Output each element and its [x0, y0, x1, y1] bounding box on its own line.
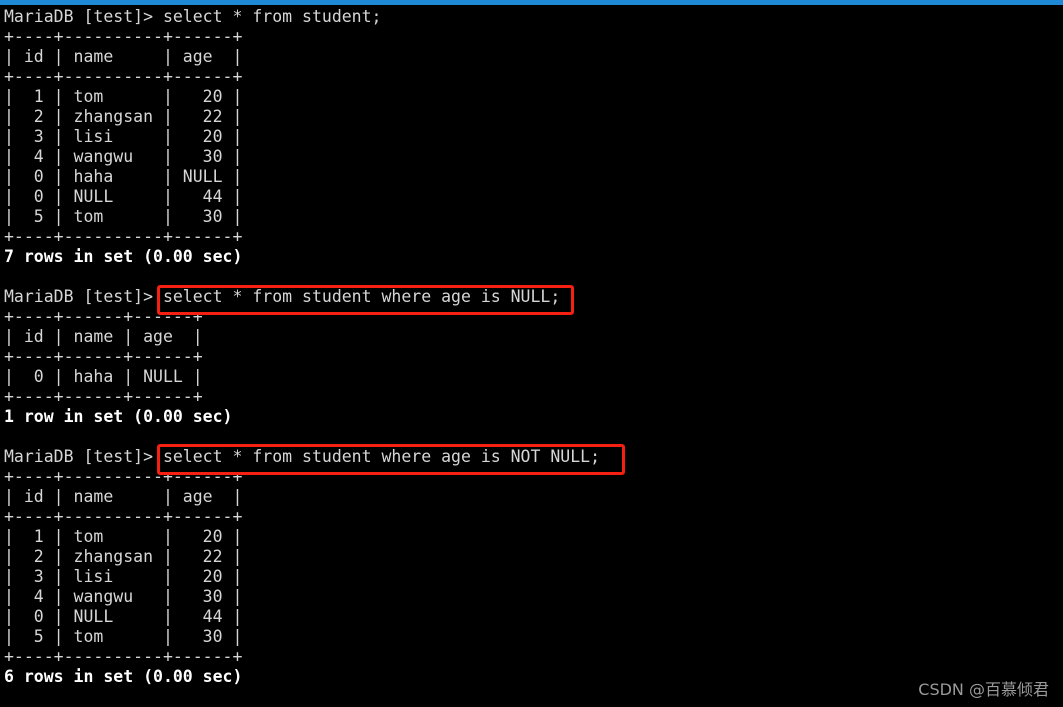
terminal-line: | id | name | age | [4, 327, 203, 346]
terminal-line: | 0 | NULL | 44 | [4, 607, 243, 626]
terminal-line: | 4 | wangwu | 30 | [4, 147, 243, 166]
terminal-line: | 0 | haha | NULL | [4, 167, 243, 186]
window-title-bar [0, 0, 1063, 5]
terminal-line: | 2 | zhangsan | 22 | [4, 107, 243, 126]
terminal-line: | 2 | zhangsan | 22 | [4, 547, 243, 566]
terminal-line: +----+------+------+ [4, 387, 203, 406]
terminal-line: | 1 | tom | 20 | [4, 527, 243, 546]
terminal-line: | 0 | NULL | 44 | [4, 187, 243, 206]
terminal-line: | 0 | haha | NULL | [4, 367, 203, 386]
terminal-line: | 4 | wangwu | 30 | [4, 587, 243, 606]
terminal-line: | 5 | tom | 30 | [4, 627, 243, 646]
terminal-line: | id | name | age | [4, 47, 243, 66]
terminal-line: +----+------+------+ [4, 347, 203, 366]
terminal-line: +----+----------+------+ [4, 507, 243, 526]
watermark: CSDN @百慕倾君 [918, 680, 1049, 699]
terminal-line: | 3 | lisi | 20 | [4, 567, 243, 586]
terminal-line: +----+----------+------+ [4, 227, 243, 246]
terminal-line: MariaDB [test]> select * from student wh… [4, 447, 601, 466]
terminal-line: +----+----------+------+ [4, 27, 243, 46]
terminal-line: +----+----------+------+ [4, 67, 243, 86]
terminal-line: +----+----------+------+ [4, 467, 243, 486]
terminal-line: | 3 | lisi | 20 | [4, 127, 243, 146]
terminal-output[interactable]: MariaDB [test]> select * from student; +… [4, 7, 1059, 687]
result-status-line: 1 row in set (0.00 sec) [4, 407, 233, 426]
terminal-line: MariaDB [test]> select * from student; [4, 7, 382, 26]
terminal-line: MariaDB [test]> select * from student wh… [4, 287, 561, 306]
terminal-window: MariaDB [test]> select * from student; +… [0, 0, 1063, 707]
terminal-line: +----+----------+------+ [4, 647, 243, 666]
result-status-line: 6 rows in set (0.00 sec) [4, 667, 243, 686]
terminal-line: +----+------+------+ [4, 307, 203, 326]
result-status-line: 7 rows in set (0.00 sec) [4, 247, 243, 266]
terminal-line: | 5 | tom | 30 | [4, 207, 243, 226]
terminal-line: | id | name | age | [4, 487, 243, 506]
terminal-line: | 1 | tom | 20 | [4, 87, 243, 106]
